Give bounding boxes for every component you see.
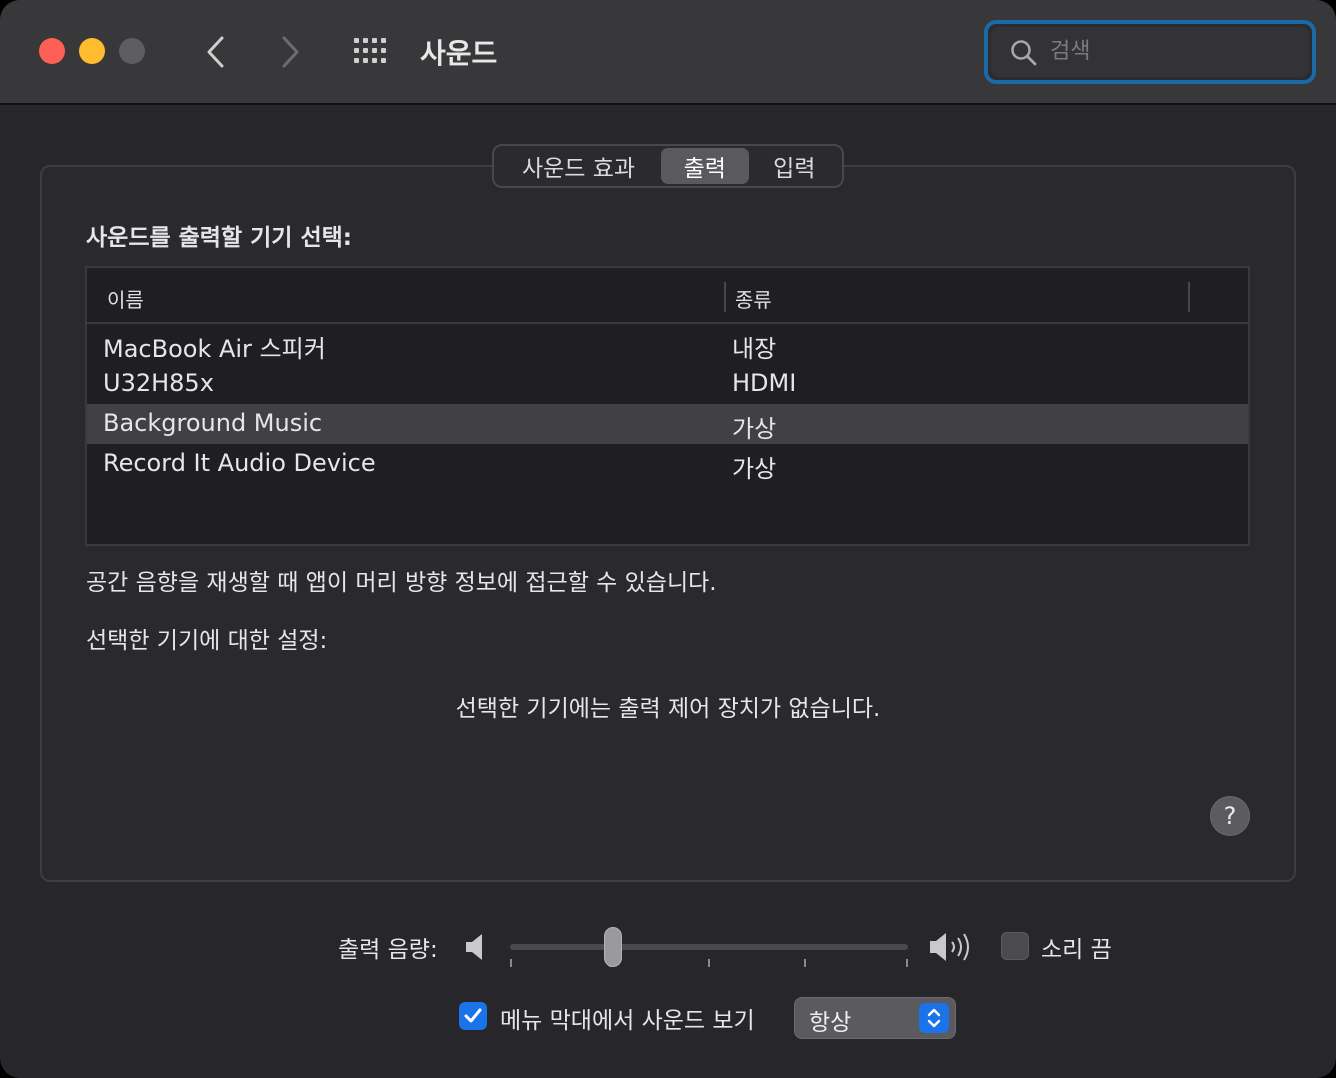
- output-volume-label: 출력 음량:: [338, 937, 438, 963]
- column-header-name[interactable]: 이름: [107, 284, 144, 313]
- select-value: 항상: [809, 1010, 852, 1036]
- device-select-label: 사운드를 출력할 기기 선택:: [86, 225, 352, 251]
- tab-input[interactable]: 입력: [749, 148, 840, 184]
- spatial-audio-info: 공간 음향을 재생할 때 앱이 머리 방향 정보에 접근할 수 있습니다.: [86, 570, 717, 596]
- tab-bar: 사운드 효과 출력 입력: [492, 144, 844, 188]
- help-button[interactable]: ?: [1210, 796, 1250, 836]
- table-row[interactable]: U32H85x HDMI: [87, 364, 1248, 404]
- slider-track[interactable]: [510, 944, 908, 950]
- device-type: HDMI: [732, 369, 797, 397]
- titlebar: 사운드: [0, 0, 1336, 105]
- device-name: MacBook Air 스피커: [103, 335, 326, 363]
- output-device-table[interactable]: 이름 종류 MacBook Air 스피커 내장 U32H85x HDMI Ba…: [85, 266, 1250, 546]
- table-header: 이름 종류: [87, 268, 1248, 324]
- table-row[interactable]: Record It Audio Device 가상: [87, 444, 1248, 484]
- mute-label: 소리 끔: [1041, 937, 1112, 963]
- close-button[interactable]: [39, 38, 65, 64]
- slider-tick: [906, 959, 908, 967]
- tab-output[interactable]: 출력: [661, 148, 749, 184]
- device-name: Background Music: [103, 409, 323, 437]
- system-preferences-window: 사운드 사운드 효과 출력 입력 사운드를 출력할 기기 선택: 이름 종류 M…: [0, 0, 1336, 1078]
- selected-device-settings-label: 선택한 기기에 대한 설정:: [86, 628, 328, 654]
- search-icon: [1011, 40, 1037, 66]
- minimize-button[interactable]: [79, 38, 105, 64]
- show-all-grid-button[interactable]: [350, 34, 392, 70]
- speaker-low-icon: [466, 934, 482, 960]
- column-divider[interactable]: [724, 282, 726, 312]
- search-field[interactable]: [984, 20, 1316, 84]
- slider-tick: [804, 959, 806, 967]
- table-row-selected[interactable]: Background Music 가상: [87, 404, 1248, 444]
- window-title: 사운드: [420, 37, 498, 70]
- slider-tick: [708, 959, 710, 967]
- device-name: U32H85x: [103, 369, 214, 397]
- checkmark-icon: [464, 1008, 482, 1023]
- table-row[interactable]: MacBook Air 스피커 내장: [87, 324, 1248, 364]
- no-output-controls-message: 선택한 기기에는 출력 제어 장치가 없습니다.: [455, 696, 881, 722]
- show-in-menubar-label: 메뉴 막대에서 사운드 보기: [500, 1008, 755, 1034]
- mute-checkbox[interactable]: [1001, 932, 1029, 960]
- back-button[interactable]: [196, 30, 236, 74]
- device-type: 가상: [732, 455, 777, 483]
- forward-button[interactable]: [270, 30, 310, 74]
- show-in-menubar-checkbox[interactable]: [459, 1002, 487, 1030]
- column-header-type[interactable]: 종류: [735, 284, 772, 313]
- slider-knob[interactable]: [604, 927, 623, 967]
- device-name: Record It Audio Device: [103, 449, 376, 477]
- menubar-visibility-select[interactable]: 항상: [794, 997, 956, 1039]
- search-input[interactable]: [1050, 34, 1290, 68]
- device-type: 내장: [732, 335, 777, 363]
- output-volume-slider[interactable]: [508, 920, 910, 972]
- chevron-left-icon: [207, 36, 224, 68]
- device-type: 가상: [732, 415, 777, 443]
- chevron-right-icon: [282, 36, 299, 68]
- column-divider[interactable]: [1188, 282, 1190, 312]
- updown-chevron-icon: [919, 1003, 949, 1033]
- zoom-button: [119, 38, 145, 64]
- tab-sound-effects[interactable]: 사운드 효과: [496, 148, 661, 184]
- speaker-high-icon: [930, 933, 969, 961]
- slider-tick: [510, 959, 512, 967]
